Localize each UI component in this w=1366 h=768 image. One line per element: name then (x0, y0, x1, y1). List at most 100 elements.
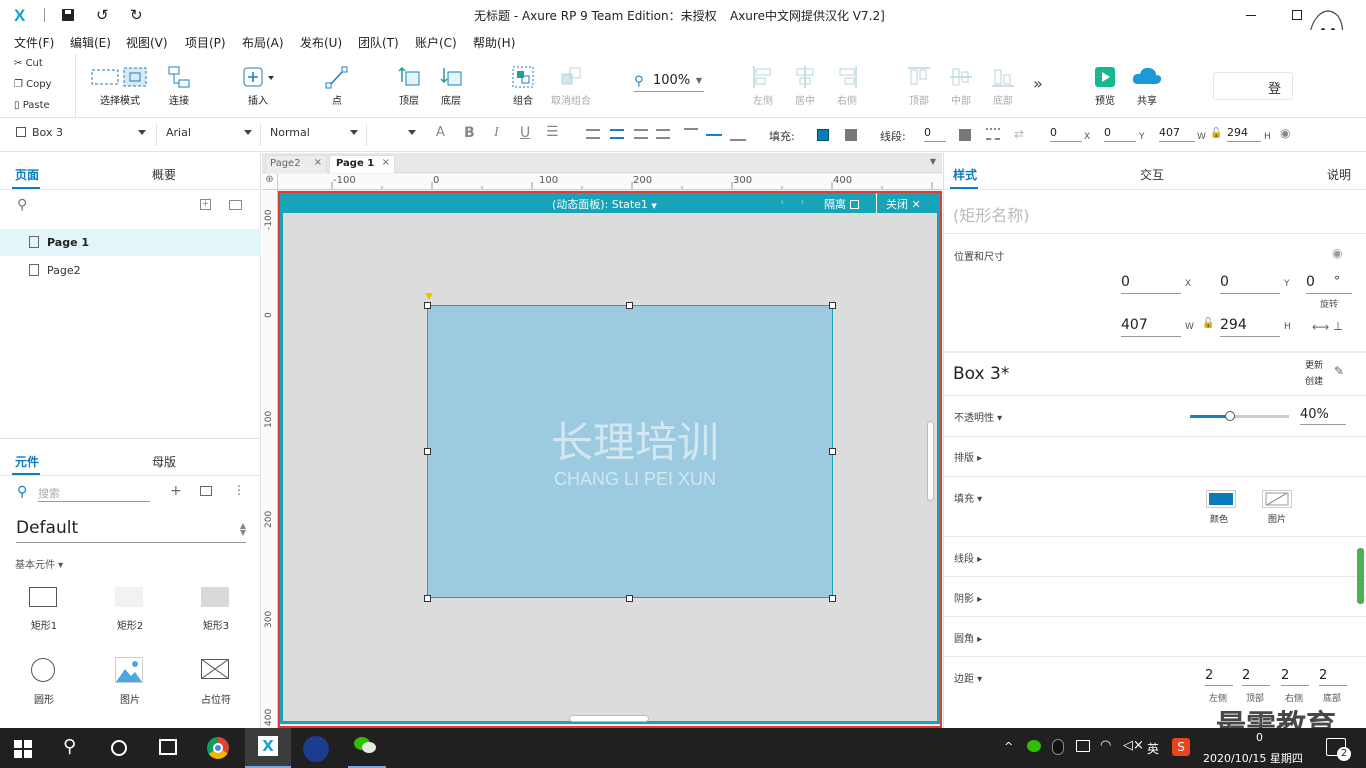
tab-pages[interactable]: 页面 (15, 166, 39, 183)
widget-image[interactable]: 图片 (106, 657, 154, 707)
app-badge-icon[interactable] (303, 736, 329, 762)
padding-right-field[interactable]: 2 (1281, 668, 1309, 686)
stroke-color-swatch[interactable] (959, 129, 971, 141)
rotation-field[interactable]: 0 (1306, 274, 1352, 294)
page-item[interactable]: Page2 (0, 257, 261, 283)
share-button[interactable]: 共享 (1119, 64, 1175, 107)
login-button[interactable]: 登 (1213, 72, 1293, 100)
close-tab-icon[interactable]: × (314, 157, 322, 168)
wechat-icon[interactable] (348, 728, 386, 768)
more-options-icon[interactable]: ⋮ (233, 483, 245, 497)
close-panel-button[interactable]: 关闭 ✕ (886, 196, 921, 212)
cortana-icon[interactable] (111, 740, 127, 756)
font-family-select[interactable]: Arial (166, 126, 252, 139)
menu-team[interactable]: 团队(T) (358, 34, 399, 51)
tray-volume-icon[interactable]: ◁× (1123, 738, 1144, 753)
tray-ime-label[interactable]: 英 (1147, 740, 1159, 757)
page-search-icon[interactable]: ⚲ (17, 197, 27, 213)
paste-button[interactable]: ▯ Paste (14, 100, 50, 111)
valign-top-icon[interactable] (684, 128, 698, 132)
ungroup-button[interactable]: 取消组合 (543, 64, 599, 107)
x-field[interactable]: 0 (1050, 126, 1082, 142)
shape-name-input[interactable]: (矩形名称) (953, 202, 1030, 226)
cut-button[interactable]: ✂ Cut (14, 58, 43, 69)
tab-outline[interactable]: 概要 (152, 166, 176, 183)
style-name-select[interactable]: Box 3* (953, 364, 1009, 384)
resize-handle[interactable] (424, 595, 431, 602)
padding-bottom-field[interactable]: 2 (1319, 668, 1347, 686)
menu-publish[interactable]: 发布(U) (300, 34, 342, 51)
shadow-section[interactable]: 阴影 ▸ (954, 590, 982, 605)
widget-search-input[interactable]: 搜索 (38, 485, 150, 502)
visibility-eye-icon[interactable]: ◉ (1332, 246, 1342, 260)
add-library-icon[interactable]: + (170, 483, 182, 499)
select-mode-button[interactable]: 选择模式 (90, 64, 150, 107)
font-weight-select[interactable]: Normal (270, 126, 358, 139)
height-field[interactable]: 294 (1227, 126, 1261, 142)
tab-interactions[interactable]: 交互 (1140, 166, 1164, 183)
padding-top-field[interactable]: 2 (1242, 668, 1270, 686)
resize-handle[interactable] (626, 302, 633, 309)
chrome-icon[interactable] (207, 737, 229, 759)
menu-edit[interactable]: 编辑(E) (70, 34, 111, 51)
tab-notes[interactable]: 说明 (1327, 166, 1351, 183)
axure-task-icon[interactable]: X (245, 728, 291, 768)
right-w-field[interactable]: 407 (1121, 317, 1181, 337)
menu-account[interactable]: 账户(C) (415, 34, 457, 51)
opacity-label[interactable]: 不透明性 ▾ (954, 409, 1002, 424)
stroke-pattern-icon[interactable] (986, 128, 1000, 140)
resize-handle[interactable] (829, 595, 836, 602)
add-folder-icon[interactable] (229, 200, 242, 210)
insert-button[interactable]: 插入 (230, 64, 286, 107)
stroke-section[interactable]: 线段 ▸ (954, 550, 982, 565)
align-bottom-button[interactable]: 底部 (975, 64, 1031, 107)
resize-handle[interactable] (424, 448, 431, 455)
tab-masters[interactable]: 母版 (152, 453, 176, 470)
tray-wechat-icon[interactable] (1027, 740, 1041, 752)
underline-icon[interactable]: U (520, 125, 530, 141)
notification-icon[interactable]: 2 (1326, 738, 1351, 761)
shadow-swatch[interactable] (845, 129, 857, 141)
update-style-button[interactable]: 更新 (1305, 358, 1323, 371)
aspect-lock-icon[interactable]: 🔓 (1202, 318, 1214, 329)
edit-style-icon[interactable]: ✎ (1334, 364, 1344, 378)
page-item-selected[interactable]: Page 1 (0, 229, 261, 256)
resize-handle[interactable] (626, 595, 633, 602)
tab-page1[interactable]: Page 1 × (329, 155, 395, 173)
tray-qq-icon[interactable] (1052, 739, 1064, 755)
bottom-layer-button[interactable]: 底层 (423, 64, 479, 107)
fill-color-button[interactable] (1206, 490, 1236, 508)
tray-network-icon[interactable] (1076, 740, 1090, 752)
resize-handle[interactable] (829, 302, 836, 309)
widget-rect1[interactable]: 矩形1 (20, 585, 68, 635)
vertical-scrollbar[interactable] (927, 421, 934, 501)
eye-icon[interactable]: ◉ (1280, 126, 1290, 140)
more-tools-icon[interactable]: » (1033, 74, 1043, 93)
task-view-icon[interactable] (159, 739, 177, 755)
fill-image-button[interactable] (1262, 490, 1292, 508)
right-y-field[interactable]: 0 (1220, 274, 1280, 294)
align-text-center-icon[interactable] (610, 129, 624, 139)
widget-placeholder[interactable]: 占位符 (192, 657, 240, 707)
prev-state-icon[interactable]: ‹ (780, 195, 784, 208)
valign-middle-icon[interactable] (706, 134, 722, 136)
padding-left-field[interactable]: 2 (1205, 668, 1233, 686)
y-field[interactable]: 0 (1104, 126, 1136, 142)
widget-rect3[interactable]: 矩形3 (192, 585, 240, 635)
font-color-icon[interactable]: A (436, 125, 445, 140)
fit-width-icon[interactable]: ⟷ (1312, 320, 1329, 334)
save-icon[interactable] (62, 9, 74, 21)
opacity-slider-knob[interactable] (1224, 411, 1235, 421)
library-select[interactable]: Default ▲ ▼ (16, 518, 246, 543)
horizontal-scrollbar[interactable] (569, 715, 649, 722)
layout-section[interactable]: 排版 ▸ (954, 449, 982, 464)
opacity-slider[interactable] (1190, 411, 1289, 421)
tray-clock-time[interactable]: 0 (1256, 731, 1263, 744)
list-icon[interactable]: ☰ (546, 124, 559, 140)
add-page-icon[interactable]: + (200, 199, 211, 210)
fit-height-icon[interactable]: ⟂ (1334, 319, 1342, 334)
italic-icon[interactable]: I (494, 125, 499, 141)
tab-page2[interactable]: Page2 × (265, 155, 327, 173)
align-text-right-icon[interactable] (634, 129, 648, 139)
widget-circle[interactable]: 圆形 (20, 657, 68, 707)
